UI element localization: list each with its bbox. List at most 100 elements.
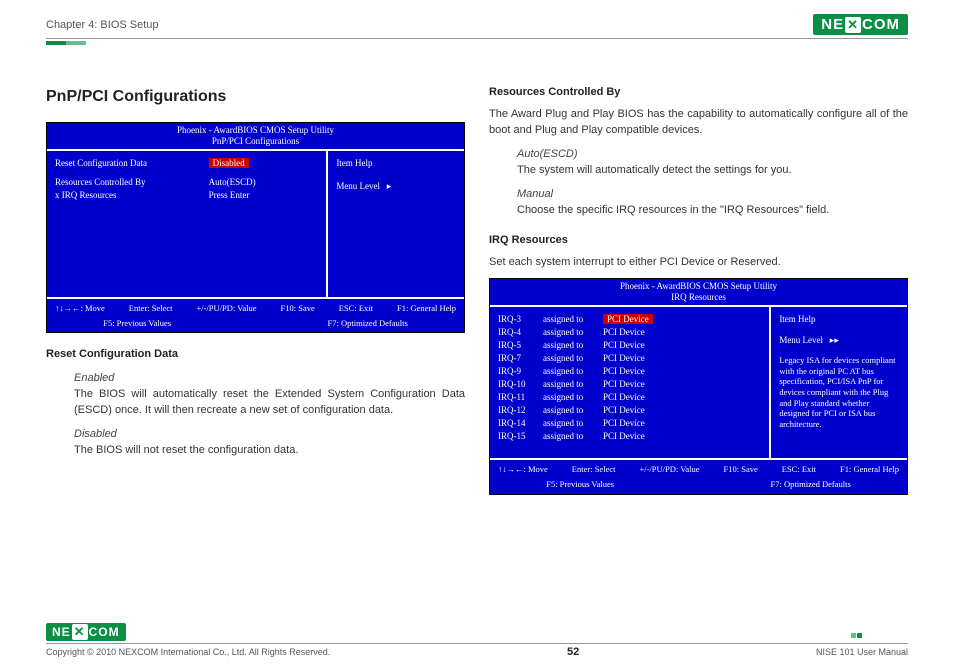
bios-help-text: Legacy ISA for devices compliant with th…	[779, 355, 899, 429]
bios-field-value: Auto(ESCD)	[209, 176, 319, 189]
triangle-right-icon: ▸	[387, 181, 392, 191]
bios-key-hint: F1: General Help	[397, 302, 456, 314]
bios-help-title: Item Help	[336, 157, 456, 170]
corner-decoration-icon	[851, 633, 862, 638]
bios-field-label: Resources Controlled By	[55, 176, 209, 189]
footer-logo: NE✕COM	[46, 623, 126, 641]
section-title: PnP/PCI Configurations	[46, 85, 465, 108]
subheading: Reset Configuration Data	[46, 347, 465, 363]
option-label: Enabled	[74, 371, 465, 387]
bios-key-hint: Enter: Select	[129, 302, 173, 314]
irq-assigned-label: assigned to	[543, 430, 603, 443]
irq-assigned-label: assigned to	[543, 326, 603, 339]
irq-assigned-label: assigned to	[543, 417, 603, 430]
bios-key-hint: F10: Save	[724, 463, 758, 475]
bios-irq-row: IRQ-7assigned toPCI Device	[498, 352, 761, 365]
bios-title-2: IRQ Resources	[490, 292, 907, 303]
bios-key-hint: ESC: Exit	[782, 463, 816, 475]
bios-irq-row: IRQ-5assigned toPCI Device	[498, 339, 761, 352]
bios-screenshot-irq: Phoenix - AwardBIOS CMOS Setup Utility I…	[489, 278, 908, 494]
bios-key-hint: ↑↓→←: Move	[55, 302, 105, 314]
bios-irq-row: IRQ-4assigned toPCI Device	[498, 326, 761, 339]
bios-field-label: x IRQ Resources	[55, 189, 209, 202]
irq-assigned-label: assigned to	[543, 339, 603, 352]
option-label: Disabled	[74, 427, 465, 443]
irq-number: IRQ-3	[498, 313, 543, 326]
bios-field-value: Press Enter	[209, 189, 319, 202]
option-description: The BIOS will automatically reset the Ex…	[74, 387, 465, 419]
bios-key-hint: F5: Previous Values	[103, 317, 171, 329]
irq-number: IRQ-12	[498, 404, 543, 417]
header-rule-decoration	[46, 41, 908, 45]
irq-value: PCI Device	[603, 339, 761, 352]
page-footer: NE✕COM Copyright © 2010 NEXCOM Internati…	[46, 623, 908, 658]
irq-value: PCI Device	[603, 365, 761, 378]
irq-number: IRQ-9	[498, 365, 543, 378]
header-bar: Chapter 4: BIOS Setup NE✕COM	[46, 14, 908, 39]
irq-value: PCI Device	[603, 352, 761, 365]
irq-number: IRQ-11	[498, 391, 543, 404]
bios-help-title: Item Help	[779, 313, 899, 326]
subheading: Resources Controlled By	[489, 85, 908, 101]
right-column: Resources Controlled By The Award Plug a…	[489, 85, 908, 505]
triangle-right-icon: ▸▸	[830, 335, 839, 345]
bios-irq-row: IRQ-9assigned toPCI Device	[498, 365, 761, 378]
irq-value: PCI Device	[603, 378, 761, 391]
bios-key-hint: ESC: Exit	[339, 302, 373, 314]
option-description: The BIOS will not reset the configuratio…	[74, 443, 465, 459]
irq-number: IRQ-10	[498, 378, 543, 391]
option-description: The system will automatically detect the…	[517, 163, 908, 179]
bios-irq-row: IRQ-10assigned toPCI Device	[498, 378, 761, 391]
irq-number: IRQ-4	[498, 326, 543, 339]
bios-key-hint: F1: General Help	[840, 463, 899, 475]
subheading: IRQ Resources	[489, 233, 908, 249]
bios-key-hint: F10: Save	[281, 302, 315, 314]
bios-irq-row: IRQ-12assigned toPCI Device	[498, 404, 761, 417]
irq-value: PCI Device	[603, 313, 761, 326]
bios-title-2: PnP/PCI Configurations	[47, 136, 464, 147]
irq-number: IRQ-5	[498, 339, 543, 352]
irq-value: PCI Device	[603, 417, 761, 430]
irq-assigned-label: assigned to	[543, 391, 603, 404]
bios-irq-row: IRQ-3assigned toPCI Device	[498, 313, 761, 326]
irq-assigned-label: assigned to	[543, 352, 603, 365]
bios-title-1: Phoenix - AwardBIOS CMOS Setup Utility	[490, 281, 907, 292]
irq-number: IRQ-7	[498, 352, 543, 365]
irq-value: PCI Device	[603, 391, 761, 404]
bios-key-hint: +/-/PU/PD: Value	[639, 463, 699, 475]
irq-assigned-label: assigned to	[543, 404, 603, 417]
irq-assigned-label: assigned to	[543, 365, 603, 378]
bios-title-1: Phoenix - AwardBIOS CMOS Setup Utility	[47, 125, 464, 136]
bios-key-hint: ↑↓→←: Move	[498, 463, 548, 475]
bios-irq-row: IRQ-15assigned toPCI Device	[498, 430, 761, 443]
bios-screenshot-pnp: Phoenix - AwardBIOS CMOS Setup Utility P…	[46, 122, 465, 333]
bios-key-hint: +/-/PU/PD: Value	[196, 302, 256, 314]
bios-key-hint: F5: Previous Values	[546, 478, 614, 490]
bios-key-hint: F7: Optimized Defaults	[328, 317, 408, 329]
option-label: Manual	[517, 187, 908, 203]
irq-assigned-label: assigned to	[543, 378, 603, 391]
irq-value: PCI Device	[603, 326, 761, 339]
chapter-title: Chapter 4: BIOS Setup	[46, 19, 159, 31]
irq-value: PCI Device	[603, 430, 761, 443]
brand-logo: NE✕COM	[813, 14, 908, 35]
option-label: Auto(ESCD)	[517, 147, 908, 163]
option-description: Choose the specific IRQ resources in the…	[517, 203, 908, 219]
irq-number: IRQ-15	[498, 430, 543, 443]
irq-value: PCI Device	[603, 404, 761, 417]
manual-name: NISE 101 User Manual	[816, 647, 908, 657]
bios-menu-level: Menu Level	[779, 335, 823, 345]
bios-key-hint: Enter: Select	[572, 463, 616, 475]
bios-field-label: Reset Configuration Data	[55, 157, 209, 170]
page-number: 52	[567, 646, 579, 658]
copyright-text: Copyright © 2010 NEXCOM International Co…	[46, 647, 330, 657]
body-text: The Award Plug and Play BIOS has the cap…	[489, 107, 908, 139]
bios-menu-level: Menu Level	[336, 181, 380, 191]
irq-number: IRQ-14	[498, 417, 543, 430]
bios-irq-row: IRQ-14assigned toPCI Device	[498, 417, 761, 430]
bios-key-hint: F7: Optimized Defaults	[771, 478, 851, 490]
bios-irq-row: IRQ-11assigned toPCI Device	[498, 391, 761, 404]
bios-field-value-highlighted: Disabled	[209, 158, 249, 168]
body-text: Set each system interrupt to either PCI …	[489, 255, 908, 271]
irq-assigned-label: assigned to	[543, 313, 603, 326]
